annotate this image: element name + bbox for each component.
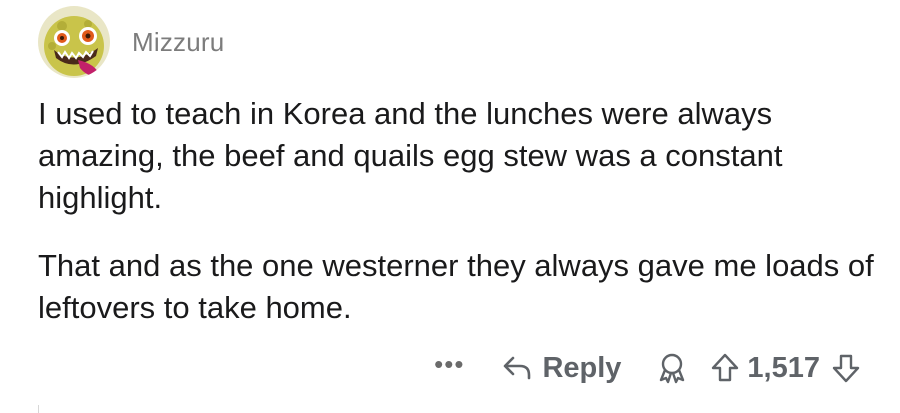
snoo-avatar-icon [38,6,110,78]
thread-line [38,405,39,413]
downvote-button[interactable] [830,352,862,384]
comment-header: Mizzuru [38,6,224,78]
comment-card: Mizzuru I used to teach in Korea and the… [0,0,900,413]
more-icon: ••• [434,349,465,379]
comment-actions: ••• Reply 1,517 [434,346,862,390]
award-button[interactable] [657,352,687,384]
upvote-icon [712,353,739,382]
reply-icon [504,356,531,380]
comment-paragraph: That and as the one westerner they alway… [38,248,874,325]
award-icon [660,353,685,384]
comment-body: I used to teach in Korea and the lunches… [38,93,878,329]
reply-button[interactable]: Reply [502,352,621,385]
upvote-button[interactable] [709,352,741,384]
vote-count: 1,517 [747,351,820,384]
username[interactable]: Mizzuru [132,27,224,58]
comment-paragraph: I used to teach in Korea and the lunches… [38,96,783,215]
avatar[interactable] [38,6,110,78]
more-options-button[interactable]: ••• [434,351,464,385]
downvote-icon [832,354,860,383]
reply-label: Reply [542,351,622,384]
